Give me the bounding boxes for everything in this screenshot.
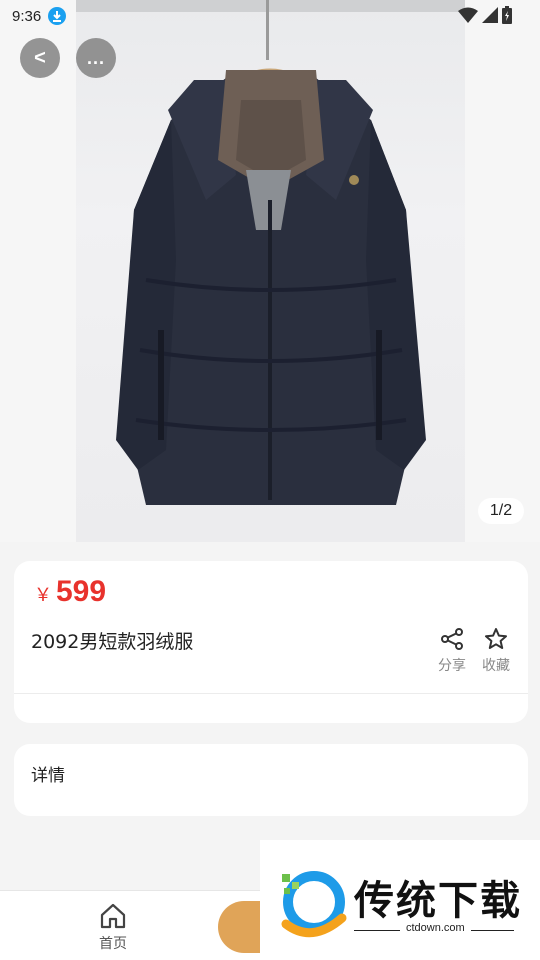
- wifi-icon: [458, 7, 478, 23]
- product-info-card: ￥ 599 2092男短款羽绒服 分享 收藏: [14, 561, 528, 723]
- favorite-button[interactable]: 收藏: [476, 627, 516, 675]
- home-tab[interactable]: 首页: [92, 903, 134, 953]
- home-label: 首页: [99, 936, 127, 952]
- product-title: 2092男短款羽绒服: [31, 631, 194, 653]
- price-value: 599: [56, 575, 107, 608]
- favorite-label: 收藏: [482, 658, 510, 674]
- star-icon: [485, 628, 507, 649]
- status-time: 9:36: [12, 7, 42, 25]
- product-gallery[interactable]: 9:36 < ... 1/2: [0, 0, 540, 542]
- currency-symbol: ￥: [34, 585, 52, 605]
- download-icon: [48, 7, 67, 25]
- divider: [14, 693, 528, 694]
- status-bar: 9:36: [0, 0, 540, 32]
- status-icons: [458, 6, 512, 24]
- gallery-page-indicator: 1/2: [478, 498, 524, 524]
- battery-icon: [502, 6, 512, 24]
- watermark-overlay: 传统下载 ctdown.com: [260, 840, 540, 960]
- details-heading: 详情: [31, 766, 65, 786]
- share-icon: [441, 628, 463, 650]
- signal-icon: [482, 7, 498, 23]
- back-button[interactable]: <: [20, 38, 60, 78]
- details-card: 详情: [14, 744, 528, 816]
- price: ￥ 599: [34, 575, 106, 609]
- share-button[interactable]: 分享: [432, 627, 472, 675]
- watermark-domain: ctdown.com: [400, 922, 471, 934]
- share-label: 分享: [438, 658, 466, 674]
- product-photo[interactable]: [76, 0, 465, 542]
- home-icon: [100, 903, 126, 929]
- more-button[interactable]: ...: [76, 38, 116, 78]
- watermark-brand: 传统下载: [354, 878, 522, 924]
- watermark-logo: [281, 871, 347, 938]
